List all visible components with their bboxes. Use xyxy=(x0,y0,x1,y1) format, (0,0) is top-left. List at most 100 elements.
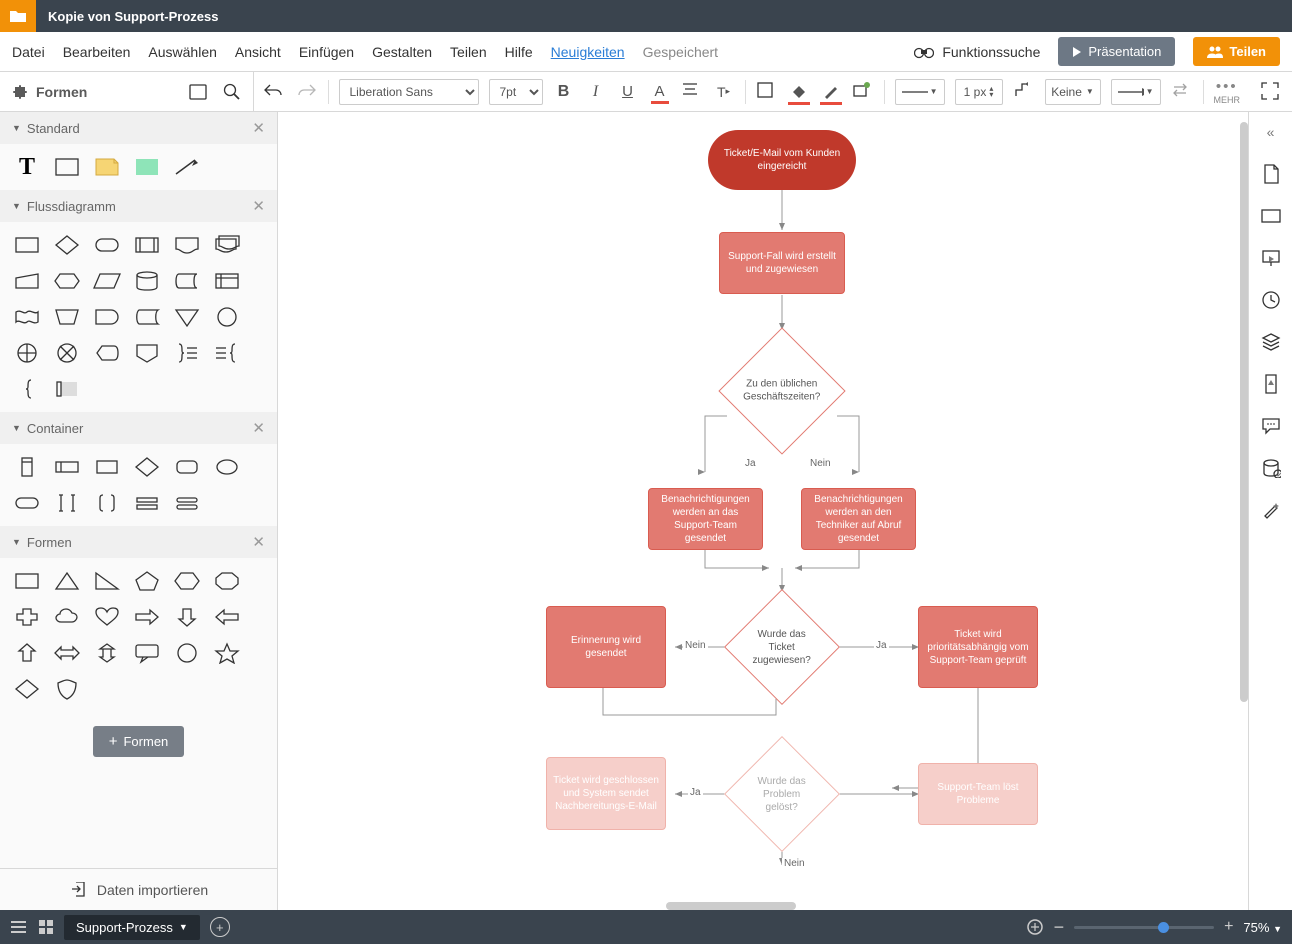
container-doc2-shape[interactable] xyxy=(172,490,202,516)
hexagon-shape[interactable] xyxy=(172,568,202,594)
section-standard-header[interactable]: ▼Standard✕ xyxy=(0,112,277,144)
shape-options-button[interactable] xyxy=(852,81,874,103)
container-bracket2-shape[interactable] xyxy=(92,490,122,516)
process-node-2[interactable]: Benachrichtigungen werden an das Support… xyxy=(648,488,763,550)
container-rounded-shape[interactable] xyxy=(172,454,202,480)
vertical-scrollbar[interactable] xyxy=(1240,122,1248,702)
menu-teilen[interactable]: Teilen xyxy=(450,44,487,60)
document-tab[interactable]: Support-Prozess▼ xyxy=(64,915,200,940)
process-node-4[interactable]: Erinnerung wird gesendet xyxy=(546,606,666,688)
horizontal-scrollbar[interactable] xyxy=(666,902,796,910)
menu-datei[interactable]: Datei xyxy=(12,44,45,60)
offpage-shape[interactable] xyxy=(132,340,162,366)
undo-button[interactable] xyxy=(264,81,286,103)
container-diamond-shape[interactable] xyxy=(132,454,162,480)
multidoc-shape[interactable] xyxy=(212,232,242,258)
container-pill-shape[interactable] xyxy=(12,490,42,516)
container-rect-shape[interactable] xyxy=(92,454,122,480)
arrow-down-shape[interactable] xyxy=(172,604,202,630)
text-size-button[interactable]: T▸ xyxy=(713,81,735,103)
menu-ansicht[interactable]: Ansicht xyxy=(235,44,281,60)
border-color-button[interactable] xyxy=(756,81,778,103)
menu-einfuegen[interactable]: Einfügen xyxy=(299,44,354,60)
zoom-out-button[interactable]: − xyxy=(1054,917,1065,938)
or-shape[interactable] xyxy=(12,340,42,366)
line-style-select[interactable]: ▼ xyxy=(895,79,945,105)
process-shape[interactable] xyxy=(12,232,42,258)
note-shape[interactable] xyxy=(92,154,122,180)
diamond2-shape[interactable] xyxy=(12,676,42,702)
right-triangle-shape[interactable] xyxy=(92,568,122,594)
brace-right-shape[interactable] xyxy=(172,340,202,366)
history-icon[interactable] xyxy=(1259,288,1283,312)
section-container-header[interactable]: ▼Container✕ xyxy=(0,412,277,444)
data-shape[interactable] xyxy=(92,268,122,294)
process-node-6[interactable]: Support-Team löst Probleme xyxy=(918,763,1038,825)
arrow-end-select[interactable]: ▼ xyxy=(1111,79,1161,105)
note-shape2[interactable] xyxy=(212,340,242,366)
connector-shape[interactable] xyxy=(212,304,242,330)
image-icon[interactable] xyxy=(189,84,207,100)
predefined-shape[interactable] xyxy=(132,232,162,258)
font-family-select[interactable]: Liberation Sans xyxy=(339,79,479,105)
feature-search[interactable]: Funktionssuche xyxy=(914,44,1040,60)
preparation-shape[interactable] xyxy=(52,268,82,294)
magic-icon[interactable] xyxy=(1259,498,1283,522)
master-icon[interactable] xyxy=(1259,372,1283,396)
zoom-level[interactable]: 75% ▼ xyxy=(1243,920,1282,935)
process-node-3[interactable]: Benachrichtigungen werden an den Technik… xyxy=(801,488,916,550)
zoom-in-button[interactable]: + xyxy=(1224,918,1233,936)
font-size-select[interactable]: 7pt xyxy=(489,79,543,105)
underline-button[interactable]: U xyxy=(617,81,639,103)
fullscreen-button[interactable] xyxy=(1260,81,1282,103)
decision-shape[interactable] xyxy=(52,232,82,258)
comment-icon[interactable]: 99 xyxy=(1259,204,1283,228)
stroke-width-input[interactable]: 1 px▴▾ xyxy=(955,79,1003,105)
arrow-left-shape[interactable] xyxy=(212,604,242,630)
container-circle-shape[interactable] xyxy=(212,454,242,480)
zoom-fit-icon[interactable] xyxy=(1026,918,1044,936)
redo-button[interactable] xyxy=(296,81,318,103)
card-shape[interactable] xyxy=(52,376,82,402)
section-shapes-header[interactable]: ▼Formen✕ xyxy=(0,526,277,558)
line-color-button[interactable] xyxy=(820,81,842,103)
display-shape[interactable] xyxy=(92,340,122,366)
italic-button[interactable]: I xyxy=(585,81,607,103)
circle-shape[interactable] xyxy=(172,640,202,666)
cloud-shape[interactable] xyxy=(52,604,82,630)
chat-icon[interactable] xyxy=(1259,414,1283,438)
add-page-button[interactable]: + xyxy=(210,917,230,937)
swap-arrows-button[interactable] xyxy=(1171,81,1193,103)
menu-bearbeiten[interactable]: Bearbeiten xyxy=(63,44,131,60)
arrow-right-shape[interactable] xyxy=(132,604,162,630)
menu-auswaehlen[interactable]: Auswählen xyxy=(148,44,217,60)
internal-storage-shape[interactable] xyxy=(212,268,242,294)
block-shape[interactable] xyxy=(132,154,162,180)
arrow-tool[interactable] xyxy=(172,154,202,180)
stored-data-shape[interactable] xyxy=(132,304,162,330)
brace-left-shape[interactable] xyxy=(12,376,42,402)
rectangle-shape[interactable] xyxy=(52,154,82,180)
align-button[interactable] xyxy=(681,81,703,103)
container-doc1-shape[interactable] xyxy=(132,490,162,516)
menu-hilfe[interactable]: Hilfe xyxy=(505,44,533,60)
swimlane-v-shape[interactable] xyxy=(12,454,42,480)
present-icon[interactable] xyxy=(1259,246,1283,270)
merge-shape[interactable] xyxy=(172,304,202,330)
folder-icon[interactable] xyxy=(0,0,36,32)
rect-shape[interactable] xyxy=(12,568,42,594)
close-icon[interactable]: ✕ xyxy=(252,197,265,215)
direct-data-shape[interactable] xyxy=(172,268,202,294)
list-view-icon[interactable] xyxy=(10,920,28,934)
present-button[interactable]: Präsentation xyxy=(1058,37,1175,66)
process-node-7[interactable]: Ticket wird geschlossen und System sende… xyxy=(546,757,666,830)
section-flowchart-header[interactable]: ▼Flussdiagramm✕ xyxy=(0,190,277,222)
arrow-ud-shape[interactable] xyxy=(92,640,122,666)
arrow-lr-shape[interactable] xyxy=(52,640,82,666)
container-bracket1-shape[interactable] xyxy=(52,490,82,516)
menu-gestalten[interactable]: Gestalten xyxy=(372,44,432,60)
cross-shape[interactable] xyxy=(12,604,42,630)
manual-input-shape[interactable] xyxy=(12,268,42,294)
star-shape[interactable] xyxy=(212,640,242,666)
fill-color-button[interactable] xyxy=(788,81,810,103)
